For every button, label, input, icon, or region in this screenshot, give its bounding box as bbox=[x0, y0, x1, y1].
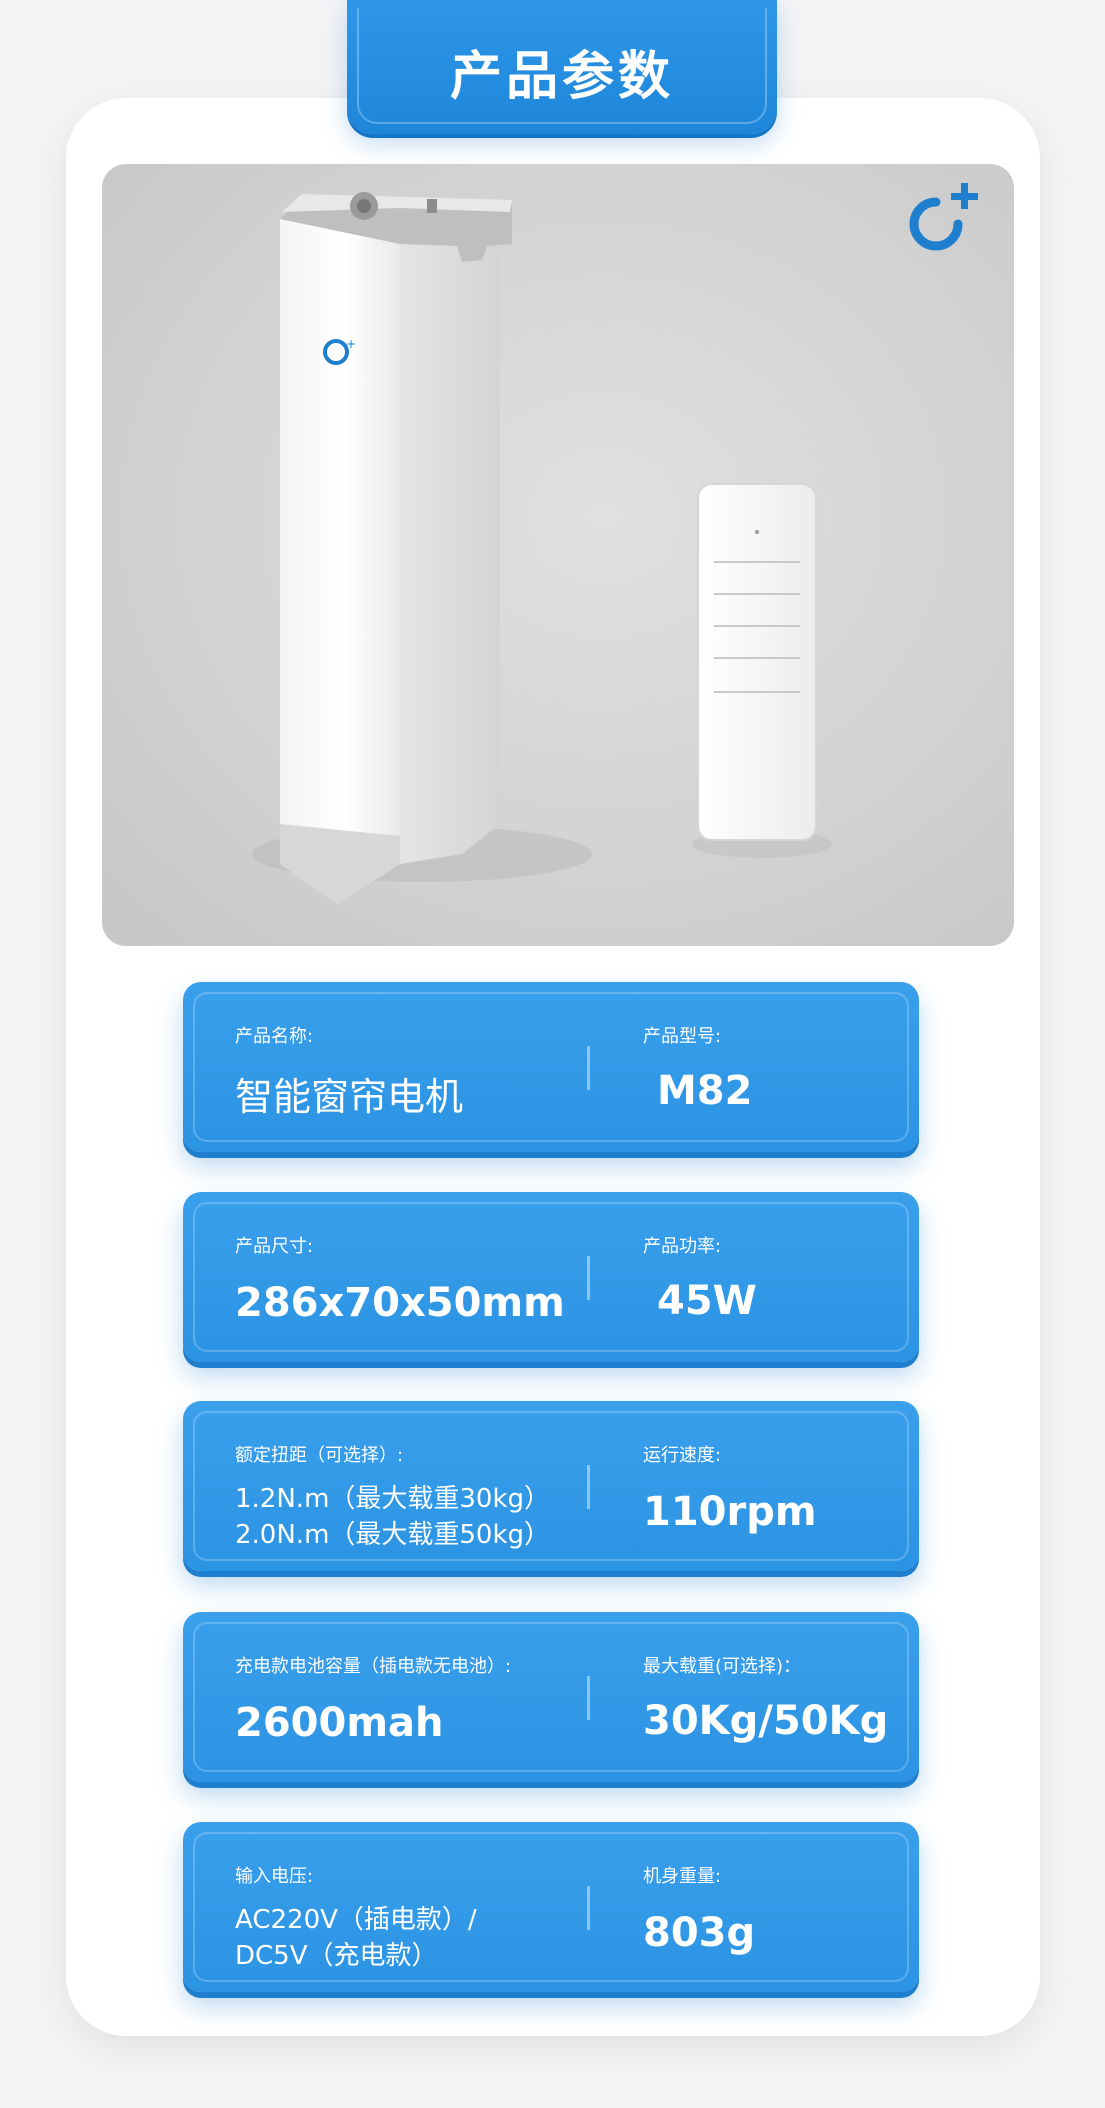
page: 产品参数 + 产品名称: 智能窗帘电机 产品型号: M82 产品尺寸: 286x… bbox=[0, 0, 1105, 2108]
remote-control-image bbox=[697, 483, 817, 841]
max-load-label: 最大载重(可选择)： bbox=[643, 1656, 802, 1677]
product-power-label: 产品功率: bbox=[643, 1236, 722, 1257]
max-load-value: 30Kg/50Kg bbox=[643, 1698, 889, 1744]
spec-row-torque-speed: 额定扭距（可选择）: 1.2N.m（最大载重30kg） 2.0N.m（最大载重5… bbox=[183, 1401, 919, 1571]
rated-torque-values: 1.2N.m（最大载重30kg） 2.0N.m（最大载重50kg） bbox=[235, 1481, 575, 1553]
product-power-value: 45W bbox=[657, 1278, 757, 1324]
battery-capacity-value: 2600mah bbox=[235, 1700, 444, 1746]
spec-row-battery-load: 充电款电池容量（插电款无电池）: 2600mah 最大载重(可选择)： 30Kg… bbox=[183, 1612, 919, 1782]
product-model-value: M82 bbox=[657, 1068, 753, 1114]
spec-row-size-power: 产品尺寸: 286x70x50mm 产品功率: 45W bbox=[183, 1192, 919, 1362]
svg-text:+: + bbox=[346, 337, 356, 351]
spec-row-voltage-weight: 输入电压: AC220V（插电款）/ DC5V（充电款） 机身重量: 803g bbox=[183, 1822, 919, 1992]
rated-torque-label: 额定扭距（可选择）: bbox=[235, 1445, 404, 1466]
spec-divider bbox=[587, 1886, 590, 1930]
product-name-label: 产品名称: bbox=[235, 1026, 314, 1047]
spec-row-name-model: 产品名称: 智能窗帘电机 产品型号: M82 bbox=[183, 982, 919, 1152]
section-title: 产品参数 bbox=[449, 46, 674, 107]
rated-torque-option: 2.0N.m（最大载重50kg） bbox=[235, 1520, 551, 1550]
product-photo: + bbox=[102, 164, 1014, 946]
spec-divider bbox=[587, 1465, 590, 1509]
spec-divider bbox=[587, 1256, 590, 1300]
product-model-label: 产品型号: bbox=[643, 1026, 722, 1047]
product-size-value: 286x70x50mm bbox=[235, 1280, 565, 1326]
spec-divider bbox=[587, 1676, 590, 1720]
product-size-label: 产品尺寸: bbox=[235, 1236, 314, 1257]
spec-divider bbox=[587, 1046, 590, 1090]
input-voltage-option: DC5V（充电款） bbox=[235, 1941, 438, 1971]
section-header-tab: 产品参数 bbox=[347, 0, 777, 134]
rated-torque-option: 1.2N.m（最大载重30kg） bbox=[235, 1484, 551, 1514]
input-voltage-option: AC220V（插电款）/ bbox=[235, 1905, 477, 1935]
product-illustration: + bbox=[252, 183, 978, 904]
curtain-motor-image: + bbox=[280, 192, 512, 904]
running-speed-value: 110rpm bbox=[643, 1489, 817, 1535]
product-name-value: 智能窗帘电机 bbox=[235, 1075, 464, 1119]
input-voltage-values: AC220V（插电款）/ DC5V（充电款） bbox=[235, 1902, 575, 1974]
body-weight-value: 803g bbox=[643, 1910, 756, 1956]
input-voltage-label: 输入电压: bbox=[235, 1866, 314, 1887]
running-speed-label: 运行速度: bbox=[643, 1445, 722, 1466]
c-plus-logo-icon bbox=[909, 183, 978, 251]
body-weight-label: 机身重量: bbox=[643, 1866, 722, 1887]
battery-capacity-label: 充电款电池容量（插电款无电池）: bbox=[235, 1656, 512, 1677]
